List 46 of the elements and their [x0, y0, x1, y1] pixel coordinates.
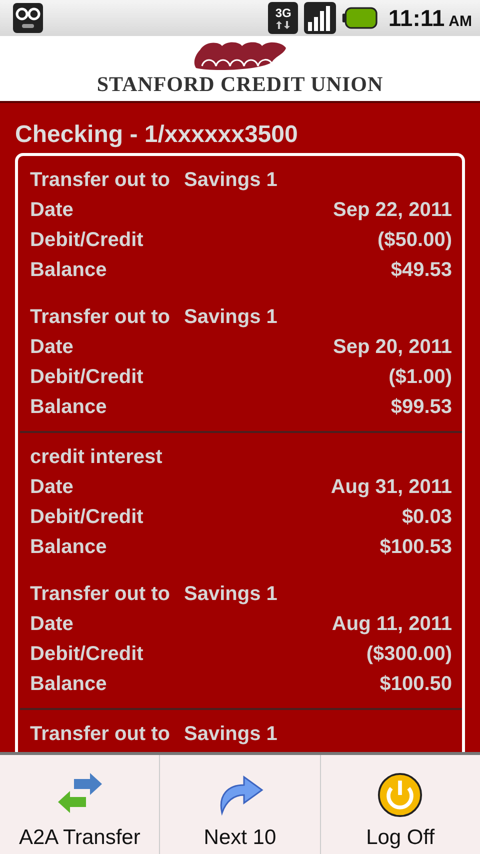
field-label: Date	[30, 612, 74, 636]
power-icon	[376, 772, 424, 818]
logo-wordmark: STANFORD CREDIT UNION	[96, 72, 384, 97]
field-label: Debit/Credit	[30, 642, 144, 666]
field-value: Aug 11, 2011	[332, 612, 452, 636]
transaction-target: Savings 1	[184, 582, 278, 606]
field-value: Aug 31, 2011	[330, 476, 452, 498]
field-label: Date	[30, 336, 74, 358]
field-label: Date	[30, 476, 74, 498]
menu-button[interactable]: Next 10	[160, 755, 321, 854]
transaction-description: Transfer out to	[30, 722, 170, 746]
field-value: $0.03	[402, 506, 452, 528]
clock-time: 11:11	[388, 4, 445, 32]
menu-button[interactable]: A2A Transfer	[0, 755, 160, 854]
transaction-target: Savings 1	[184, 306, 278, 328]
field-value: ($1.00)	[388, 366, 452, 388]
field-label: Balance	[30, 396, 108, 418]
field-value: Sep 20, 2011	[333, 336, 452, 358]
field-label: Debit/Credit	[30, 366, 144, 388]
transaction-description: Transfer out to	[30, 168, 170, 192]
transaction-target: Savings 1	[184, 722, 278, 746]
battery-icon	[342, 7, 378, 29]
clock-meridiem: AM	[448, 12, 472, 30]
field-label: Debit/Credit	[30, 506, 144, 528]
field-value: Sep 22, 2011	[333, 198, 452, 222]
transaction-description: credit interest	[30, 446, 162, 468]
field-value: ($300.00)	[366, 642, 452, 666]
logo-icon	[192, 40, 288, 72]
field-label: Debit/Credit	[30, 228, 144, 252]
transaction-description: Transfer out to	[30, 306, 170, 328]
field-value: ($50.00)	[378, 228, 452, 252]
field-value: $100.50	[380, 672, 452, 696]
signal-icon	[304, 2, 336, 34]
voicemail-icon	[12, 2, 44, 34]
menu-button[interactable]: Log Off	[320, 755, 480, 854]
field-label: Date	[30, 198, 74, 222]
field-value: $49.53	[390, 258, 452, 282]
field-label: Balance	[30, 258, 108, 282]
field-value: $100.53	[380, 536, 452, 558]
network-icon: 3G	[268, 2, 298, 34]
transaction-description: Transfer out to	[30, 582, 170, 606]
field-label: Balance	[30, 672, 108, 696]
field-value: $99.53	[390, 396, 452, 418]
field-label: Balance	[30, 536, 108, 558]
account-title: Checking - 1/xxxxxx3500	[15, 121, 299, 149]
transaction-target: Savings 1	[184, 168, 278, 192]
